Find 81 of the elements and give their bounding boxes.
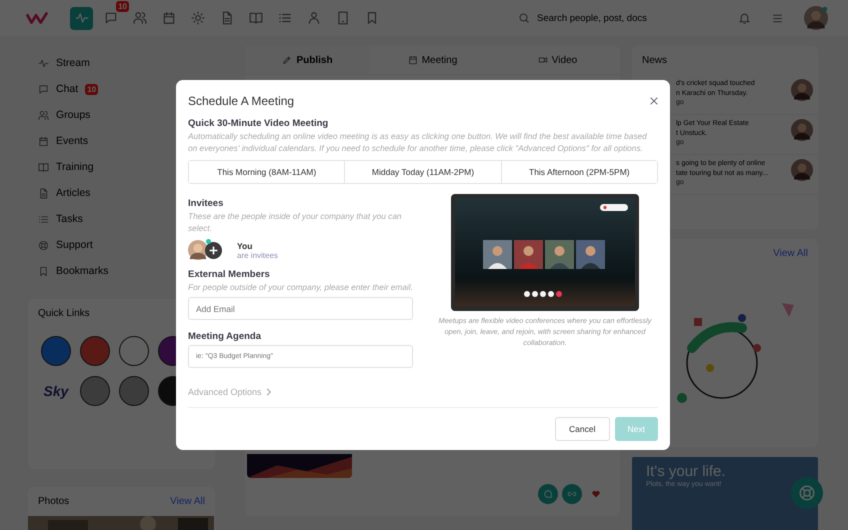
pulse-icon xyxy=(38,58,49,68)
pulse-icon xyxy=(74,11,88,25)
section-description: For people outside of your company, please enter their email. xyxy=(188,281,413,293)
heart-icon xyxy=(591,489,601,499)
ad-headline: It's your life. xyxy=(646,463,726,480)
comment-button[interactable] xyxy=(538,484,558,504)
sidebar-label: Chat xyxy=(56,83,78,95)
menu-icon[interactable] xyxy=(771,12,784,24)
section-heading: Quick 30-Minute Video Meeting xyxy=(188,118,330,129)
sidebar-label: Events xyxy=(56,135,88,147)
add-icon[interactable] xyxy=(205,242,222,258)
search-icon xyxy=(518,12,530,24)
avatar xyxy=(791,119,813,141)
tablet-icon xyxy=(336,11,350,25)
card-title: News xyxy=(642,55,668,66)
list-icon xyxy=(278,11,292,25)
cancel-button[interactable]: Cancel xyxy=(555,417,610,441)
count-badge: 10 xyxy=(85,84,98,94)
link-icon xyxy=(567,489,577,499)
composer-tab[interactable]: Video xyxy=(495,46,620,74)
status-dot xyxy=(206,239,211,244)
avatar xyxy=(791,79,813,101)
section-description: Automatically scheduling an online video meeting is as easy as clicking one button. We will find the best available time based on everyones' individual calendars. If you need to schedule for another time, please click "Advanced Options" for all options. xyxy=(188,130,648,154)
pencil-icon xyxy=(282,55,292,65)
sidebar-label: Tasks xyxy=(56,213,83,225)
sidebar-label: Groups xyxy=(56,109,90,121)
calendar-icon xyxy=(38,136,49,146)
sidebar-label: Training xyxy=(56,161,94,173)
chat-icon xyxy=(543,489,553,499)
nav-button[interactable] xyxy=(70,6,93,30)
advanced-options-link[interactable]: Advanced Options xyxy=(188,387,271,397)
share-button[interactable] xyxy=(562,484,582,504)
app-link[interactable]: Sky xyxy=(41,376,71,406)
view-all-link[interactable]: View All xyxy=(170,496,205,507)
tab-label: Publish xyxy=(296,54,333,66)
lifebuoy-icon xyxy=(798,484,816,502)
calendar-icon xyxy=(162,11,176,25)
count-badge: 10 xyxy=(116,0,129,12)
list-icon xyxy=(38,214,49,224)
logo-icon[interactable] xyxy=(26,10,48,26)
invitee-note: are invitees xyxy=(237,250,278,260)
close-icon[interactable] xyxy=(650,97,658,105)
video-camera-icon xyxy=(538,55,548,65)
bookmark-icon xyxy=(38,266,49,276)
section-heading: External Members xyxy=(188,269,271,280)
people-icon xyxy=(38,110,49,120)
bell-icon[interactable] xyxy=(738,12,751,24)
card-title: Quick Links xyxy=(38,308,90,319)
view-all-link[interactable]: View All xyxy=(773,248,808,259)
lifebuoy-icon xyxy=(38,240,49,250)
person-icon xyxy=(306,11,320,25)
time-slot-button[interactable]: This Morning (8AM-11AM) xyxy=(189,161,346,183)
sidebar-item[interactable]: Support xyxy=(38,232,215,258)
avatar xyxy=(791,159,813,181)
tab-label: Meeting xyxy=(422,54,458,66)
chat-icon xyxy=(38,84,49,94)
sun-icon xyxy=(190,11,204,25)
composer-tab[interactable]: Meeting xyxy=(370,46,495,74)
invitee-name: You xyxy=(237,240,254,250)
sidebar-item[interactable]: Stream xyxy=(38,50,215,76)
sidebar-label: Bookmarks xyxy=(56,265,109,277)
search-field[interactable]: Search people, post, docs xyxy=(518,12,698,24)
chat-icon xyxy=(104,11,118,25)
sidebar-label: Support xyxy=(56,239,93,251)
book-icon xyxy=(38,162,49,172)
tab-label: Video xyxy=(552,54,578,66)
section-heading: Meeting Agenda xyxy=(188,331,262,342)
book-icon xyxy=(248,11,262,25)
people-icon xyxy=(132,11,146,25)
sidebar-label: Articles xyxy=(56,187,90,199)
section-description: These are the people inside of your company that you can select. xyxy=(188,210,403,234)
avatar[interactable] xyxy=(804,6,828,30)
sidebar-label: Stream xyxy=(56,57,90,69)
chevron-right-icon xyxy=(266,388,271,396)
email-field[interactable]: Add Email xyxy=(188,297,413,320)
calendar-icon xyxy=(408,55,418,65)
card-title: Photos xyxy=(38,496,70,507)
avatar xyxy=(188,240,208,260)
document-icon xyxy=(38,188,49,198)
dialog-title: Schedule A Meeting xyxy=(188,94,294,108)
section-heading: Invitees xyxy=(188,198,224,209)
